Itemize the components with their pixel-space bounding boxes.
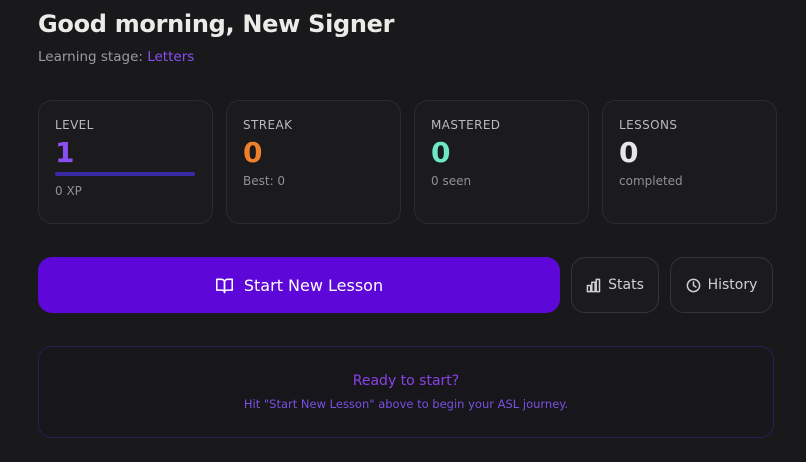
level-card: LEVEL 1 0 XP xyxy=(38,100,213,224)
learning-stage: Learning stage: Letters xyxy=(38,49,194,65)
stats-label: Stats xyxy=(608,277,644,293)
streak-label: STREAK xyxy=(243,118,293,132)
streak-value: 0 xyxy=(243,136,263,169)
mastered-seen: 0 seen xyxy=(431,174,472,188)
greeting-title: Good morning, New Signer xyxy=(38,10,395,38)
lessons-completed: completed xyxy=(619,174,683,188)
history-button[interactable]: History xyxy=(670,257,773,313)
start-new-lesson-button[interactable]: Start New Lesson xyxy=(38,257,560,313)
lessons-label: LESSONS xyxy=(619,118,678,132)
level-xp: 0 XP xyxy=(55,184,82,198)
learning-stage-value: Letters xyxy=(147,49,195,65)
level-value: 1 xyxy=(55,136,75,169)
mastered-value: 0 xyxy=(431,136,451,169)
lessons-card: LESSONS 0 completed xyxy=(602,100,777,224)
action-bar: Start New Lesson Stats History xyxy=(38,257,773,313)
book-open-icon xyxy=(215,277,234,294)
stats-cards: LEVEL 1 0 XP STREAK 0 Best: 0 MASTERED 0… xyxy=(38,100,777,224)
empty-state-subtitle: Hit "Start New Lesson" above to begin yo… xyxy=(243,397,569,411)
level-label: LEVEL xyxy=(55,118,94,132)
lessons-value: 0 xyxy=(619,136,639,169)
mastered-card: MASTERED 0 0 seen xyxy=(414,100,589,224)
empty-state-title: Ready to start? xyxy=(352,373,460,389)
clock-icon xyxy=(686,278,701,293)
empty-state-panel: Ready to start? Hit "Start New Lesson" a… xyxy=(38,346,774,438)
history-label: History xyxy=(707,277,758,293)
start-new-lesson-label: Start New Lesson xyxy=(243,275,384,295)
learning-stage-label: Learning stage: xyxy=(38,49,143,65)
streak-best: Best: 0 xyxy=(243,174,286,188)
streak-card: STREAK 0 Best: 0 xyxy=(226,100,401,224)
mastered-label: MASTERED xyxy=(431,118,501,132)
level-progress-bar xyxy=(55,172,195,176)
stats-button[interactable]: Stats xyxy=(571,257,659,313)
bar-chart-icon xyxy=(586,278,601,293)
